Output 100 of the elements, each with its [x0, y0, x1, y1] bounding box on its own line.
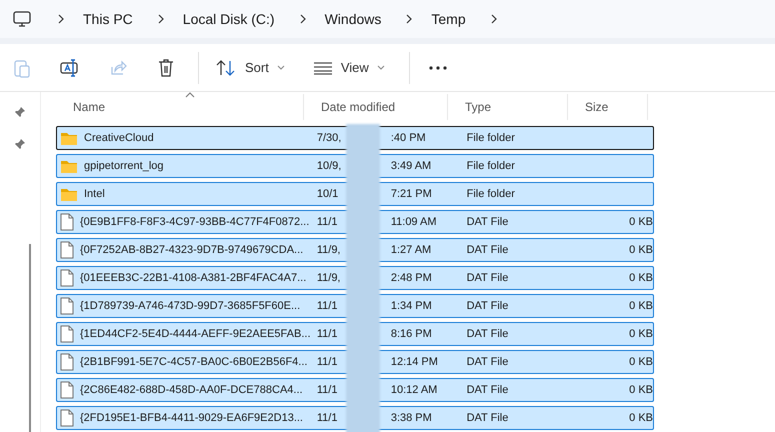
file-type: DAT File — [466, 356, 508, 368]
pin-icon[interactable] — [14, 138, 26, 150]
file-row[interactable]: {0F7252AB-8B27-4323-9D7B-9749679CDA... 11/9, 1:27 AM DAT File 0 KB — [56, 238, 654, 262]
file-name: {1ED44CF2-5E4D-4444-AEFF-9E2AEE5FAB... — [80, 328, 310, 340]
date-text: 8:16 PM — [390, 328, 432, 340]
file-type: DAT File — [466, 328, 508, 340]
rename-icon — [60, 58, 80, 78]
chevron-icon[interactable] — [490, 14, 498, 24]
date-text: 11/1 — [316, 384, 338, 396]
file-row[interactable]: {01EEEB3C-22B1-4108-A381-2BF4FAC4A7... 11/9, 2:48 PM DAT File 0 KB — [56, 266, 654, 290]
file-icon — [60, 381, 74, 399]
file-size: 0 KB — [629, 328, 653, 340]
date-text: 11/1 — [316, 412, 338, 424]
date-text: 1:34 PM — [390, 300, 432, 312]
file-name: {2C86E482-688D-458D-AA0F-DCE788CA4... — [80, 384, 303, 396]
caret-icon — [376, 64, 385, 70]
column-header[interactable]: Name — [56, 94, 304, 120]
scrollbar[interactable] — [29, 244, 31, 432]
file-type: File folder — [466, 188, 515, 200]
file-name: {01EEEB3C-22B1-4108-A381-2BF4FAC4A7... — [80, 272, 306, 284]
file-type: DAT File — [466, 216, 508, 228]
file-name: {1D789739-A746-473D-99D7-3685F5F60E... — [80, 300, 300, 312]
caret-icon — [276, 64, 285, 70]
date-text: 2:48 PM — [390, 272, 432, 284]
folder-icon — [60, 186, 78, 202]
chevron-icon[interactable] — [57, 14, 65, 24]
file-size: 0 KB — [629, 384, 653, 396]
date-text: 11/9, — [316, 272, 342, 284]
file-size: 0 KB — [629, 412, 653, 424]
sort-button[interactable]: Sort — [211, 52, 289, 84]
date-text: :40 PM — [390, 132, 426, 144]
file-name: {0E9B1FF8-F8F3-4C97-93BB-4C77F4F0872... — [80, 216, 310, 228]
pin-icon[interactable] — [14, 106, 26, 118]
file-type: DAT File — [466, 272, 508, 284]
file-icon — [60, 325, 74, 343]
file-type: DAT File — [466, 244, 508, 256]
date-text: 3:38 PM — [390, 412, 432, 424]
file-icon — [60, 269, 74, 287]
file-type: File folder — [466, 132, 515, 144]
chevron-icon[interactable] — [405, 14, 414, 24]
breadcrumb-item[interactable]: This PC — [83, 11, 133, 27]
file-row[interactable]: {0E9B1FF8-F8F3-4C97-93BB-4C77F4F0872... 11/1 11:09 AM DAT File 0 KB — [56, 210, 654, 234]
file-row[interactable]: {1ED44CF2-5E4D-4444-AEFF-9E2AEE5FAB... 11/1 8:16 PM DAT File 0 KB — [56, 322, 654, 346]
date-text: 11/9, — [316, 244, 342, 256]
ellipsis-icon — [428, 66, 447, 70]
chevron-icon[interactable] — [156, 14, 165, 24]
file-name: {2B1BF991-5E7C-4C57-BA0C-6B0E2B56F4... — [80, 356, 308, 368]
date-text: 3:49 AM — [390, 160, 432, 172]
computer-icon[interactable] — [13, 11, 31, 27]
date-text: 12:14 PM — [390, 356, 438, 368]
file-icon — [60, 409, 74, 427]
breadcrumb-item[interactable]: Temp — [431, 11, 466, 27]
clipboard-icon — [13, 58, 31, 78]
share-icon — [109, 58, 127, 76]
date-text: 11/1 — [316, 216, 338, 228]
file-name: {2FD195E1-BFB4-4411-9029-EA6F9E2D13... — [80, 412, 303, 424]
file-row[interactable]: {2C86E482-688D-458D-AA0F-DCE788CA4... 11/1 10:12 AM DAT File 0 KB — [56, 378, 654, 402]
file-icon — [60, 213, 74, 231]
date-text: 10:12 AM — [390, 384, 438, 396]
file-icon — [60, 353, 74, 371]
date-text: 11/1 — [316, 356, 338, 368]
date-text: 11:09 AM — [390, 216, 437, 228]
file-row[interactable]: gpipetorrent_log 10/9, 3:49 AM File folder — [56, 154, 654, 178]
file-row[interactable]: {1D789739-A746-473D-99D7-3685F5F60E... 11/1 1:34 PM DAT File 0 KB — [56, 294, 654, 318]
date-text: 7:21 PM — [390, 188, 432, 200]
file-row[interactable]: CreativeCloud 7/30, :40 PM File folder — [56, 126, 654, 150]
file-type: DAT File — [466, 300, 508, 312]
file-size: 0 KB — [629, 300, 653, 312]
date-text: 11/1 — [316, 328, 338, 340]
file-type: DAT File — [466, 412, 508, 424]
folder-icon — [60, 130, 78, 146]
breadcrumb-item[interactable]: Local Disk (C:) — [182, 11, 275, 27]
date-text: 10/1 — [316, 188, 340, 200]
file-icon — [60, 241, 74, 259]
date-text: 1:27 AM — [390, 244, 432, 256]
date-text: 7/30, — [316, 132, 342, 144]
file-name: Intel — [84, 188, 105, 200]
date-text: 10/9, — [316, 160, 342, 172]
file-icon — [60, 297, 74, 315]
lines-icon — [312, 60, 333, 74]
column-header[interactable]: Date modified — [304, 94, 448, 120]
folder-icon — [60, 158, 78, 174]
file-row[interactable]: Intel 10/1 7:21 PM File folder — [56, 182, 654, 206]
sort-caret-icon — [185, 92, 195, 98]
chevron-icon[interactable] — [298, 14, 307, 24]
file-row[interactable]: {2FD195E1-BFB4-4411-9029-EA6F9E2D13... 11/1 3:38 PM DAT File 0 KB — [56, 406, 654, 430]
file-size: 0 KB — [629, 356, 653, 368]
file-size: 0 KB — [629, 272, 653, 284]
sort-arrows-icon — [215, 58, 237, 76]
file-type: DAT File — [466, 384, 508, 396]
file-type: File folder — [466, 160, 515, 172]
breadcrumb-item[interactable]: Windows — [324, 11, 382, 27]
column-header[interactable]: Size — [568, 94, 648, 120]
trash-icon — [157, 58, 175, 78]
column-header[interactable]: Type — [448, 94, 568, 120]
view-button[interactable]: View — [308, 52, 389, 84]
file-size: 0 KB — [629, 216, 653, 228]
file-row[interactable]: {2B1BF991-5E7C-4C57-BA0C-6B0E2B56F4... 11/1 12:14 PM DAT File 0 KB — [56, 350, 654, 374]
file-size: 0 KB — [629, 244, 653, 256]
file-name: CreativeCloud — [84, 132, 154, 144]
